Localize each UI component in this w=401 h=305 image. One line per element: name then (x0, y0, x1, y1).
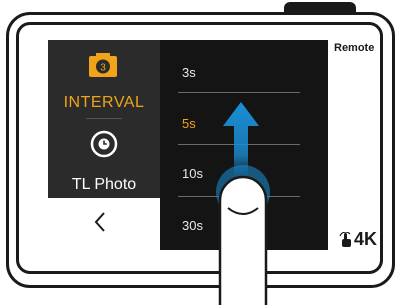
resolution-label: 4K (354, 229, 378, 249)
camera-icon[interactable]: 3 (88, 52, 118, 78)
list-separator (178, 92, 300, 93)
mode-panel: 3 INTERVAL TL Photo (48, 40, 160, 198)
option-30s[interactable]: 30s (182, 218, 203, 233)
mode-divider (86, 118, 122, 119)
chevron-left-icon[interactable] (92, 210, 108, 234)
mode-label-interval[interactable]: INTERVAL (48, 94, 160, 112)
option-10s[interactable]: 10s (182, 166, 203, 181)
remote-label: Remote (334, 42, 375, 54)
shutter-button[interactable] (284, 2, 356, 14)
option-5s[interactable]: 5s (182, 116, 196, 131)
submode-label-tl-photo[interactable]: TL Photo (48, 176, 160, 194)
timer-icon[interactable] (90, 130, 118, 158)
mode-badge-number: 3 (100, 63, 106, 74)
option-3s[interactable]: 3s (182, 65, 196, 80)
finger-gesture-icon (216, 165, 270, 305)
hand-icon (339, 232, 351, 247)
